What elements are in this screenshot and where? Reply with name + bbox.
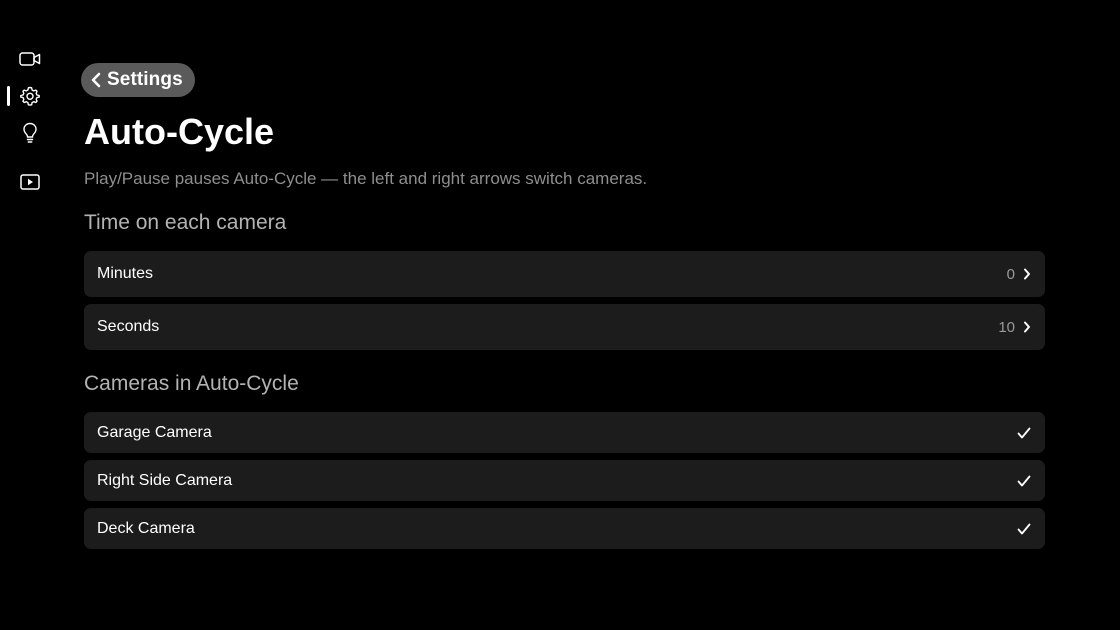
page-title: Auto-Cycle	[84, 111, 275, 152]
seconds-value: 10	[998, 318, 1015, 336]
back-button-label: Settings	[107, 69, 183, 90]
chevron-right-icon	[1023, 321, 1031, 333]
camera-label: Deck Camera	[97, 519, 195, 537]
sidebar-item-settings[interactable]	[18, 84, 42, 108]
minutes-label: Minutes	[97, 265, 154, 282]
play-video-icon	[20, 174, 40, 190]
checkmark-icon	[1017, 427, 1031, 439]
minutes-value: 0	[1006, 265, 1015, 283]
camera-label: Right Side Camera	[97, 471, 233, 489]
sidebar	[0, 0, 60, 630]
back-button[interactable]: Settings	[81, 63, 195, 97]
seconds-row[interactable]: Seconds 10	[84, 304, 1045, 350]
section-header-cameras: Cameras in Auto-Cycle	[84, 372, 299, 395]
checkmark-icon	[1017, 523, 1031, 535]
sidebar-selection-indicator	[7, 86, 10, 106]
sidebar-item-cameras[interactable]	[18, 47, 42, 71]
seconds-label: Seconds	[97, 318, 160, 335]
app-window: Settings Auto-Cycle Play/Pause pauses Au…	[0, 0, 1120, 630]
camera-row-deck[interactable]: Deck Camera	[84, 508, 1045, 549]
gear-icon	[20, 86, 40, 106]
sidebar-item-videos[interactable]	[18, 170, 42, 194]
checkmark-icon	[1017, 475, 1031, 487]
chevron-right-icon	[1023, 268, 1031, 280]
camera-row-garage[interactable]: Garage Camera	[84, 412, 1045, 453]
page-subtitle: Play/Pause pauses Auto-Cycle — the left …	[84, 169, 648, 188]
camera-label: Garage Camera	[97, 423, 212, 441]
sidebar-item-lights[interactable]	[18, 121, 42, 145]
camera-row-right-side[interactable]: Right Side Camera	[84, 460, 1045, 501]
video-camera-icon	[19, 51, 41, 67]
minutes-row[interactable]: Minutes 0	[84, 251, 1045, 297]
section-header-time: Time on each camera	[84, 211, 287, 234]
lightbulb-icon	[22, 122, 38, 144]
chevron-left-icon	[91, 72, 101, 88]
